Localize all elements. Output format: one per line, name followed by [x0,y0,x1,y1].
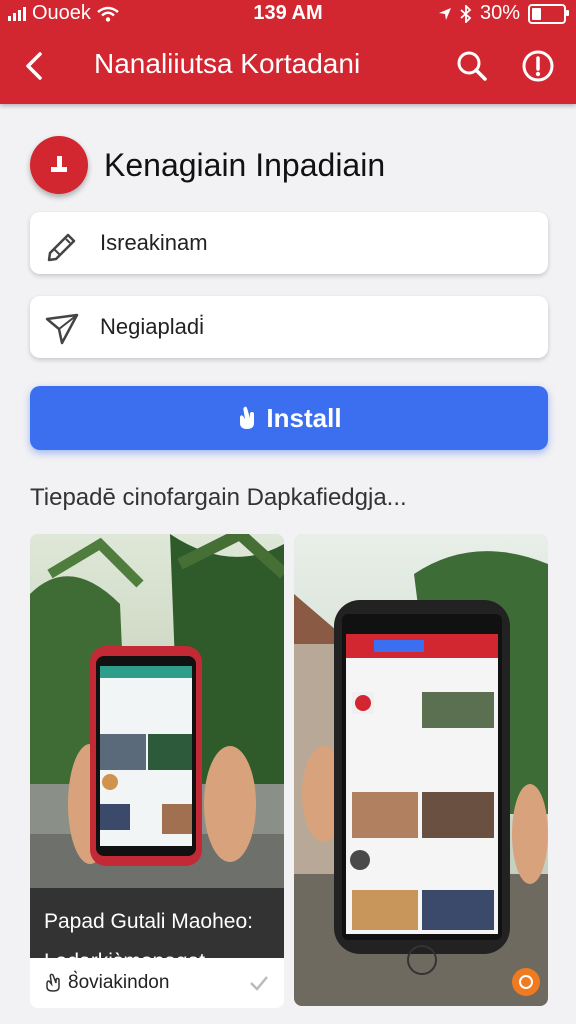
back-arrow-icon[interactable] [16,46,56,86]
hand-icon [46,973,60,992]
footer-label: 8̀oviakindon [68,972,170,993]
caption-line-1: Papad Gutali Maoheo: [44,910,253,933]
install-button[interactable]: Install [30,386,548,450]
field-card-1[interactable]: Isreakinam [30,212,548,274]
field-card-2[interactable]: Negiapladi̇ [30,296,548,358]
status-bar: Ouoek 139 AM 30% [0,0,576,26]
top-app-bar: Ouoek 139 AM 30% Nanaliiutsa Kortadani [0,0,576,104]
alert-icon[interactable] [516,44,560,88]
main-content: Kenagiain Inpadiain Isreakinam Negiaplad… [0,104,576,1024]
field-label-2: Negiapladi̇ [100,314,204,339]
section-title: Tiepadē cinofargain Dapkafiedgja... [30,484,407,511]
app-header: Kenagiain Inpadiain [30,136,385,194]
field-label-1: Isreakinam [100,230,208,255]
nav-row: Nanaliiutsa Kortadani [0,40,576,92]
status-right: 30% [438,2,569,25]
install-label: Install [266,402,342,433]
app-name: Kenagiain Inpadiain [104,146,386,183]
screenshot-2-image [294,534,548,1006]
check-icon [250,976,268,991]
hand-icon [240,406,255,429]
battery-icon [528,3,569,24]
screenshot-2[interactable] [294,534,548,1006]
app-logo-icon [30,136,88,194]
battery-percent: 30% [479,2,520,24]
location-arrow-icon [438,7,451,20]
screenshot-1[interactable]: Papad Gutali Maoheo: Ladarkis̀monagat [30,534,284,1006]
app-bar-title: Nanaliiutsa Kortadani [94,48,361,79]
pen-icon [47,233,76,262]
screenshot-1-footer: 8̀oviakindon [30,958,284,1008]
search-icon[interactable] [450,44,494,88]
send-icon [45,313,79,345]
bluetooth-icon [460,4,472,23]
